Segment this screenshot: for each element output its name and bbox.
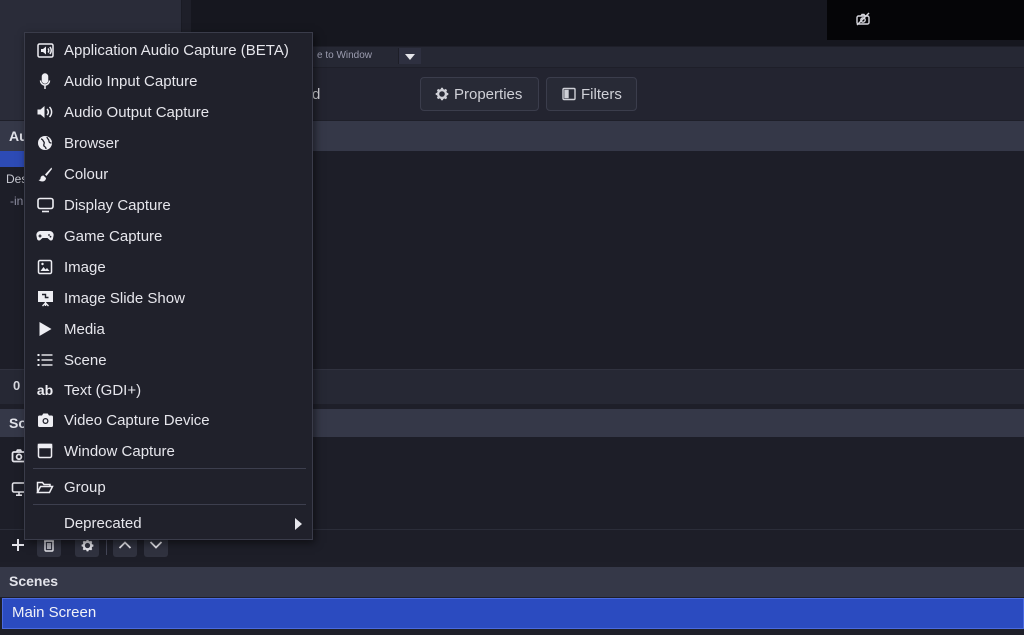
menu-item-label: Window Capture: [64, 442, 175, 460]
filters-button[interactable]: Filters: [546, 77, 637, 111]
gear-icon: [435, 87, 449, 101]
globe-icon: [36, 134, 54, 152]
menu-item-label: Application Audio Capture (BETA): [64, 41, 289, 59]
window-icon: [36, 442, 54, 460]
text-icon: ab: [36, 382, 54, 398]
menu-item-group[interactable]: Group: [25, 472, 312, 502]
gamepad-icon: [36, 227, 54, 245]
menu-item-audio-output-capture[interactable]: Audio Output Capture: [25, 97, 312, 127]
scene-item-main-screen[interactable]: [2, 598, 1024, 629]
menu-item-label: Deprecated: [64, 514, 142, 532]
menu-item-label: Text (GDI+): [64, 381, 142, 399]
menu-item-scene[interactable]: Scene: [25, 345, 312, 375]
chevron-up-icon: [118, 541, 132, 549]
chevron-down-icon: [149, 541, 163, 549]
menu-item-deprecated[interactable]: Deprecated: [25, 508, 312, 538]
menu-item-label: Scene: [64, 351, 107, 369]
add-source-context-menu: Application Audio Capture (BETA) Audio I…: [24, 32, 313, 540]
menu-item-label: Display Capture: [64, 196, 171, 214]
selected-source-name: d: [312, 86, 321, 103]
menu-separator: [33, 504, 306, 505]
app-audio-icon: [36, 41, 54, 59]
scene-item-label: Main Screen: [12, 604, 97, 621]
scenes-title: Scenes: [9, 573, 59, 589]
scenes-header: [0, 567, 1024, 597]
menu-item-colour[interactable]: Colour: [25, 159, 312, 189]
menu-item-label: Video Capture Device: [64, 411, 210, 429]
plus-icon: [12, 539, 24, 551]
preview-scale-bar: [191, 47, 1024, 67]
blank-icon: [36, 514, 54, 532]
brush-icon: [36, 165, 54, 183]
filters-icon: [562, 87, 576, 101]
scale-dropdown-arrow[interactable]: [398, 48, 421, 64]
menu-item-audio-input-capture[interactable]: Audio Input Capture: [25, 66, 312, 96]
folder-open-icon: [36, 478, 54, 496]
submenu-arrow-icon: [295, 518, 302, 530]
camera-off-icon[interactable]: [855, 11, 871, 27]
menu-item-label: Game Capture: [64, 227, 163, 245]
microphone-icon: [36, 72, 54, 90]
mixer-selection-highlight: [0, 151, 25, 167]
menu-item-image-slide-show[interactable]: Image Slide Show: [25, 283, 312, 313]
menu-separator: [33, 468, 306, 469]
mixer-footer-value: 0: [13, 378, 21, 393]
menu-item-label: Group: [64, 478, 106, 496]
mixer-channel-level: -in: [10, 194, 24, 208]
monitor-icon: [36, 196, 54, 214]
menu-item-window-capture[interactable]: Window Capture: [25, 436, 312, 466]
menu-item-browser[interactable]: Browser: [25, 128, 312, 158]
menu-item-video-capture-device[interactable]: Video Capture Device: [25, 405, 312, 435]
menu-item-label: Media: [64, 320, 105, 338]
menu-item-application-audio-capture[interactable]: Application Audio Capture (BETA): [25, 35, 312, 65]
menu-item-label: Audio Output Capture: [64, 103, 210, 121]
trash-icon: [44, 538, 54, 552]
list-icon: [36, 351, 54, 369]
menu-item-display-capture[interactable]: Display Capture: [25, 190, 312, 220]
properties-label: Properties: [454, 85, 523, 103]
menu-item-image[interactable]: Image: [25, 252, 312, 282]
menu-item-label: Image Slide Show: [64, 289, 185, 307]
menu-item-text-gdi[interactable]: ab Text (GDI+): [25, 375, 312, 405]
menu-item-label: Browser: [64, 134, 120, 152]
menu-item-label: Image: [64, 258, 106, 276]
image-icon: [36, 258, 54, 276]
menu-item-game-capture[interactable]: Game Capture: [25, 221, 312, 251]
menu-item-media[interactable]: Media: [25, 314, 312, 344]
menu-item-label: Audio Input Capture: [64, 72, 198, 90]
menu-item-label: Colour: [64, 165, 109, 183]
camera-icon: [36, 411, 54, 429]
properties-button[interactable]: Properties: [420, 77, 539, 111]
speaker-icon: [36, 103, 54, 121]
play-icon: [36, 320, 54, 338]
filters-label: Filters: [581, 85, 622, 103]
scale-dropdown-value[interactable]: e to Window: [317, 50, 372, 61]
slideshow-icon: [36, 289, 54, 307]
